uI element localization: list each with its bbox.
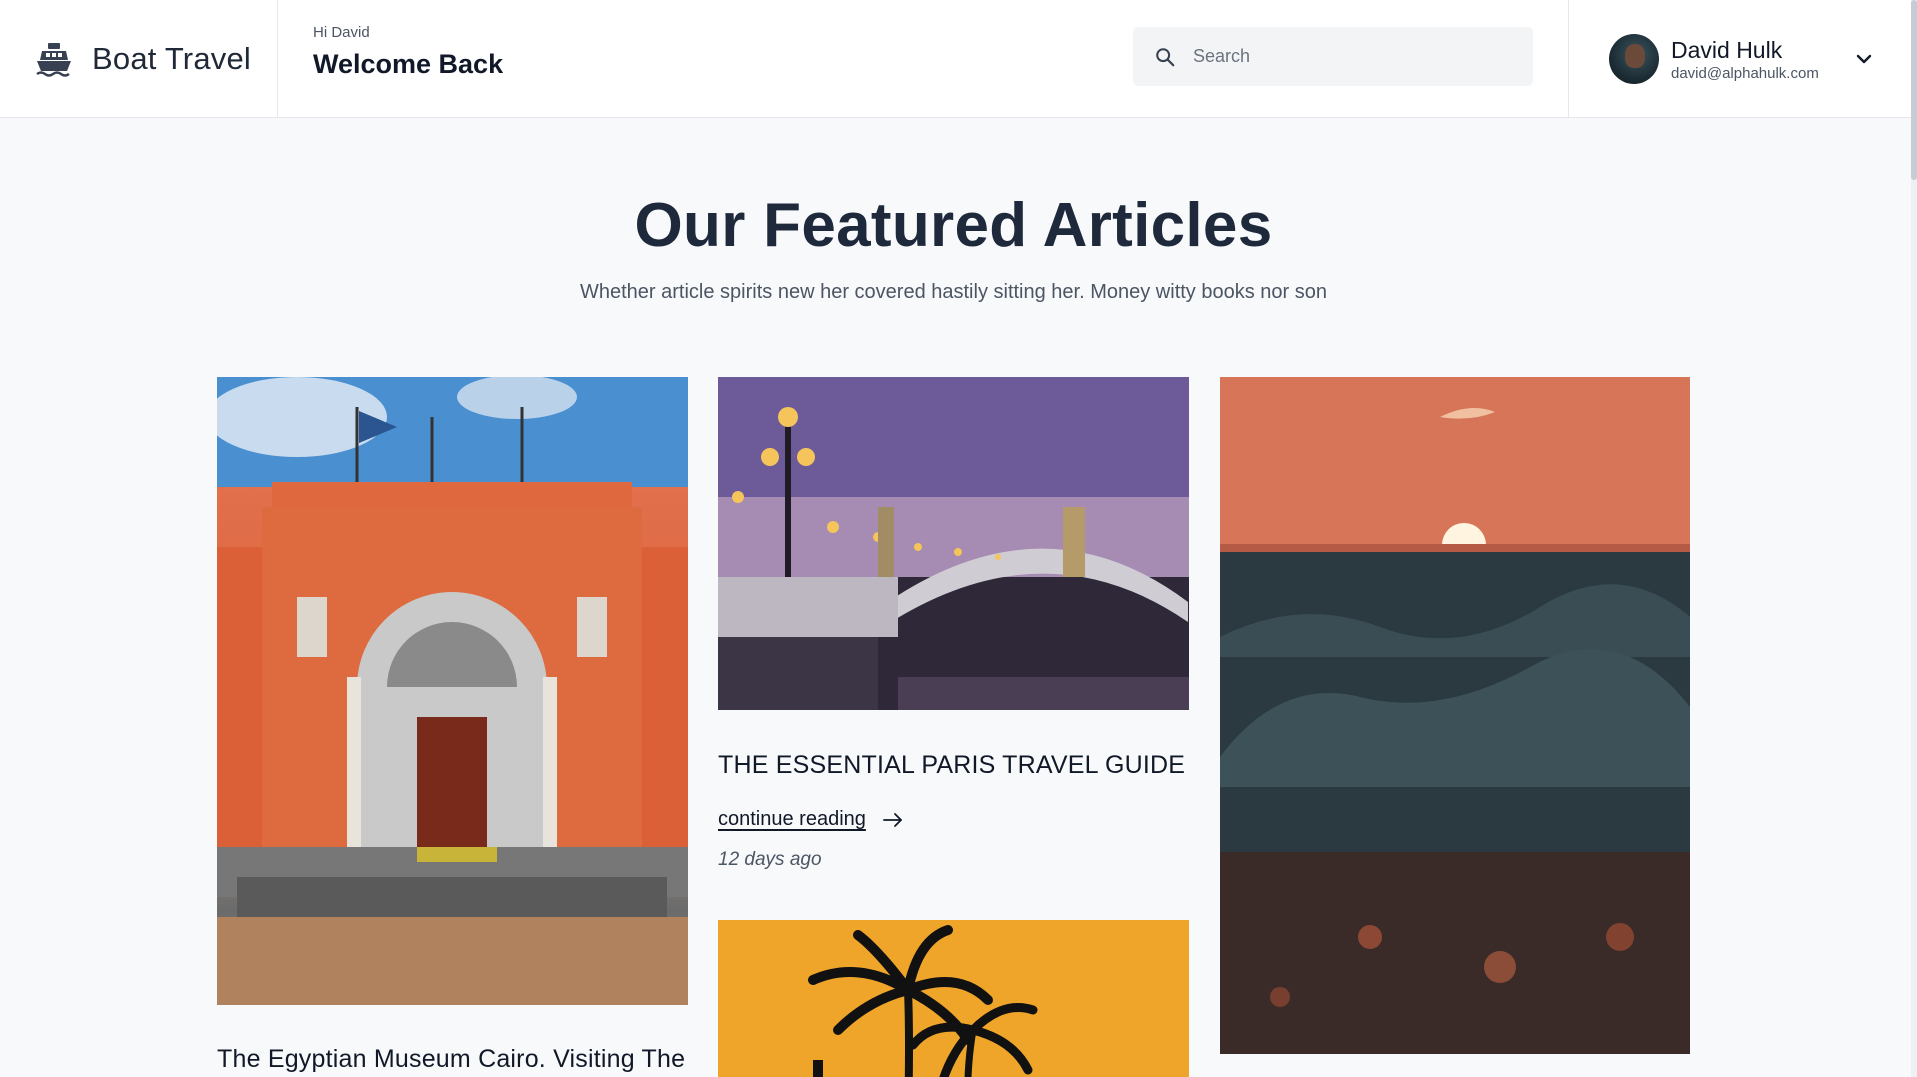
brand-name: Boat Travel <box>92 41 252 76</box>
article-title[interactable]: THE ESSENTIAL PARIS TRAVEL GUIDE <box>718 751 1185 780</box>
paris-illustration <box>718 377 1189 710</box>
section-subtitle: Whether article spirits new her covered … <box>580 281 1327 303</box>
ocean-illustration <box>1220 377 1690 1054</box>
top-header: Boat Travel Hi David Welcome Back David … <box>0 0 1917 118</box>
scrollbar[interactable] <box>1911 0 1917 1077</box>
user-name: David Hulk <box>1671 36 1783 63</box>
chevron-down-icon[interactable] <box>1853 48 1875 70</box>
continue-reading-label[interactable]: continue reading <box>718 808 866 831</box>
article-title[interactable]: The Egyptian Museum Cairo. Visiting The <box>217 1045 685 1074</box>
continue-reading-link[interactable]: continue reading <box>718 808 904 831</box>
paris-bridge-photo[interactable] <box>718 377 1189 710</box>
greeting-small: Hi David <box>313 24 370 41</box>
profile-text: David Hulk david@alphahulk.com <box>1671 37 1819 82</box>
ocean-sunset-photo[interactable] <box>1220 377 1690 1054</box>
greeting: Hi David Welcome Back <box>313 24 503 80</box>
palm-trees-photo[interactable] <box>718 920 1189 1077</box>
museum-photo[interactable] <box>217 377 688 1005</box>
search-icon <box>1156 47 1175 66</box>
article-timestamp: 12 days ago <box>718 849 822 870</box>
museum-illustration <box>217 377 688 1005</box>
ship-icon <box>36 43 71 77</box>
brand[interactable]: Boat Travel <box>0 0 278 118</box>
section-title: Our Featured Articles <box>634 191 1273 260</box>
arrow-right-icon <box>882 812 902 827</box>
user-email: david@alphahulk.com <box>1671 64 1819 82</box>
search-bar[interactable] <box>1133 27 1533 86</box>
search-input[interactable] <box>1193 46 1533 67</box>
scrollbar-thumb[interactable] <box>1911 0 1917 180</box>
palm-illustration <box>718 920 1189 1077</box>
greeting-title: Welcome Back <box>313 49 504 79</box>
avatar[interactable] <box>1609 34 1659 84</box>
